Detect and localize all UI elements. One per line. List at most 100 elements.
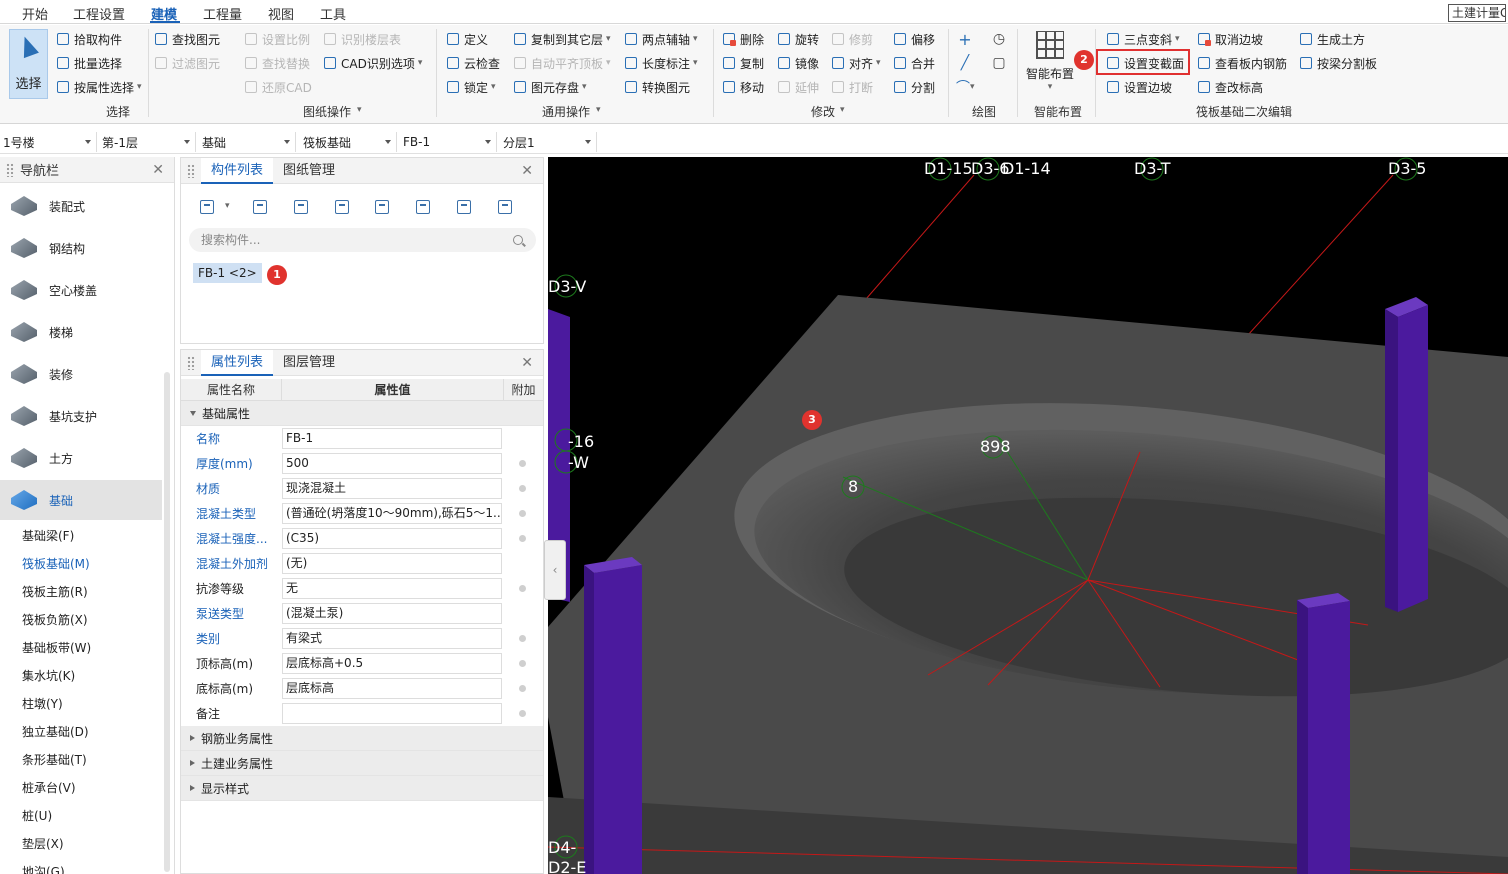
trim-button[interactable]: 修剪 [831,29,873,49]
property-row[interactable]: 材质 现浇混凝土 [181,476,543,501]
nav-item-steel[interactable]: 钢结构 [0,228,162,268]
select-by-property-button[interactable]: 按属性选择 ▾ [56,77,142,97]
nav-subitem-pile[interactable]: 桩(U) [22,806,52,826]
component-select[interactable]: FB-1 [400,132,497,152]
chevron-down-icon[interactable]: ▾ [225,201,230,211]
length-dimension-button[interactable]: 长度标注 ▾ [624,53,698,73]
nav-item-hollow-floor[interactable]: 空心楼盖 [0,270,162,310]
filter-component-button[interactable] [493,196,517,218]
nav-subitem-cushion[interactable]: 垫层(X) [22,834,64,854]
mirror-button[interactable]: 镜像 [777,53,819,73]
component-list-item[interactable]: FB-1 <2> [193,263,262,283]
property-value-field[interactable]: 现浇混凝土 [282,478,502,499]
attach-checkbox[interactable] [519,510,526,517]
attach-checkbox[interactable] [519,485,526,492]
attach-checkbox[interactable] [519,660,526,667]
cancel-edge-slope-button[interactable]: 取消边坡 [1197,29,1263,49]
property-value-field[interactable]: 有梁式 [282,628,502,649]
rotate-button[interactable]: 旋转 [777,29,819,49]
property-group-rebar[interactable]: 钢筋业务属性 [181,726,543,751]
tab-layer-management[interactable]: 图层管理 [273,350,345,376]
menu-tab-start[interactable]: 开始 [22,4,48,23]
circle-draw-icon[interactable]: ◷ [990,29,1008,49]
menu-tab-quantity[interactable]: 工程量 [203,4,242,23]
property-value-field[interactable]: 无 [282,578,502,599]
property-value-field[interactable]: FB-1 [282,428,502,449]
column[interactable] [1308,601,1350,874]
chevron-down-icon[interactable]: ▾ [840,105,845,115]
property-value-field[interactable]: (混凝土泵) [282,603,502,624]
component-type-select[interactable]: 筏板基础 [300,132,397,152]
break-button[interactable]: 打断 [831,77,873,97]
convert-element-button[interactable]: 转换图元 [624,77,690,97]
set-scale-button[interactable]: 设置比例 [244,29,310,49]
component-library-button[interactable] [452,196,476,218]
column[interactable] [594,565,642,874]
menu-tab-tools[interactable]: 工具 [320,4,346,23]
nav-subitem-raft-foundation[interactable]: 筏板基础(M) [22,554,90,574]
property-row[interactable]: 泵送类型 (混凝土泵) [181,601,543,626]
find-element-button[interactable]: 查找图元 [154,29,220,49]
attach-checkbox[interactable] [519,460,526,467]
nav-subitem-strip-footing[interactable]: 条形基础(T) [22,750,87,770]
property-row[interactable]: 混凝土强度... (C35) [181,526,543,551]
nav-item-pit-support[interactable]: 基坑支护 [0,396,162,436]
nav-subitem-foundation-beam[interactable]: 基础梁(F) [22,526,74,546]
nav-subitem-trench[interactable]: 地沟(G) [22,862,65,874]
property-row[interactable]: 备注 [181,701,543,726]
layer-copy-button[interactable] [330,196,354,218]
property-row[interactable]: 混凝土外加剂 (无) [181,551,543,576]
property-group-civil[interactable]: 土建业务属性 [181,751,543,776]
element-save-button[interactable]: 图元存盘 ▾ [513,77,587,97]
nav-item-stairs[interactable]: 楼梯 [0,312,162,352]
nav-subitem-pile-cap[interactable]: 桩承台(V) [22,778,76,798]
close-icon[interactable]: ✕ [152,162,164,178]
column[interactable] [1398,305,1428,612]
recognize-floor-table-button[interactable]: 识别楼层表 [323,29,401,49]
menu-tab-project-settings[interactable]: 工程设置 [73,4,125,23]
property-value-field[interactable]: 层底标高+0.5 [282,653,502,674]
attach-checkbox[interactable] [519,585,526,592]
split-button[interactable]: 分割 [893,77,935,97]
property-row[interactable]: 名称 FB-1 [181,426,543,451]
select-button[interactable]: 选择 [9,29,48,99]
restore-cad-button[interactable]: 还原CAD [244,77,312,97]
nav-item-foundation[interactable]: 基础 [0,480,162,520]
property-group-basic[interactable]: 基础属性 [181,401,543,426]
search-input[interactable]: 搜索构件... [189,228,536,252]
find-replace-button[interactable]: 查找替换 [244,53,310,73]
filter-element-button[interactable]: 过滤图元 [154,53,220,73]
attach-checkbox[interactable] [519,710,526,717]
auto-align-top-button[interactable]: 自动平齐顶板 ▾ [513,53,611,73]
batch-select-button[interactable]: 批量选择 [56,53,122,73]
property-group-display[interactable]: 显示样式 [181,776,543,801]
tab-drawing-management[interactable]: 图纸管理 [273,158,345,184]
close-icon[interactable]: ✕ [521,355,533,371]
cloud-check-button[interactable]: 云检查 [446,53,500,73]
rectangle-draw-icon[interactable]: ▢ [990,53,1008,73]
property-value-field[interactable]: (C35) [282,528,502,549]
building-select[interactable]: 1号楼 [0,132,97,152]
property-value-field[interactable]: (普通砼(坍落度10～90mm),砾石5～1... [282,503,502,524]
property-row[interactable]: 底标高(m) 层底标高 [181,676,543,701]
edit-elevation-button[interactable]: 查改标高 [1197,77,1263,97]
category-select[interactable]: 基础 [199,132,296,152]
tab-component-list[interactable]: 构件列表 [201,157,274,184]
merge-button[interactable]: 合并 [893,53,935,73]
panel-collapse-button[interactable]: ‹ [544,540,566,600]
copy-to-other-floor-button[interactable]: 复制到其它层 ▾ [513,29,611,49]
copy-button[interactable]: 复制 [722,53,764,73]
copy-component-button[interactable] [248,196,272,218]
point-draw-icon[interactable]: + [956,29,974,49]
split-by-beam-button[interactable]: 按梁分割板 [1299,53,1377,73]
line-draw-icon[interactable]: ╱ [956,53,974,73]
nav-scrollbar[interactable] [164,372,170,872]
drag-handle-icon[interactable] [187,355,195,370]
search-icon[interactable] [513,235,523,245]
cad-recognition-options-button[interactable]: CAD识别选项 ▾ [323,53,422,73]
attach-checkbox[interactable] [519,635,526,642]
nav-subitem-sump-pit[interactable]: 集水坑(K) [22,666,75,686]
nav-item-earthwork[interactable]: 土方 [0,438,162,478]
property-value-field[interactable]: (无) [282,553,502,574]
lock-button[interactable]: 锁定 ▾ [446,77,496,97]
